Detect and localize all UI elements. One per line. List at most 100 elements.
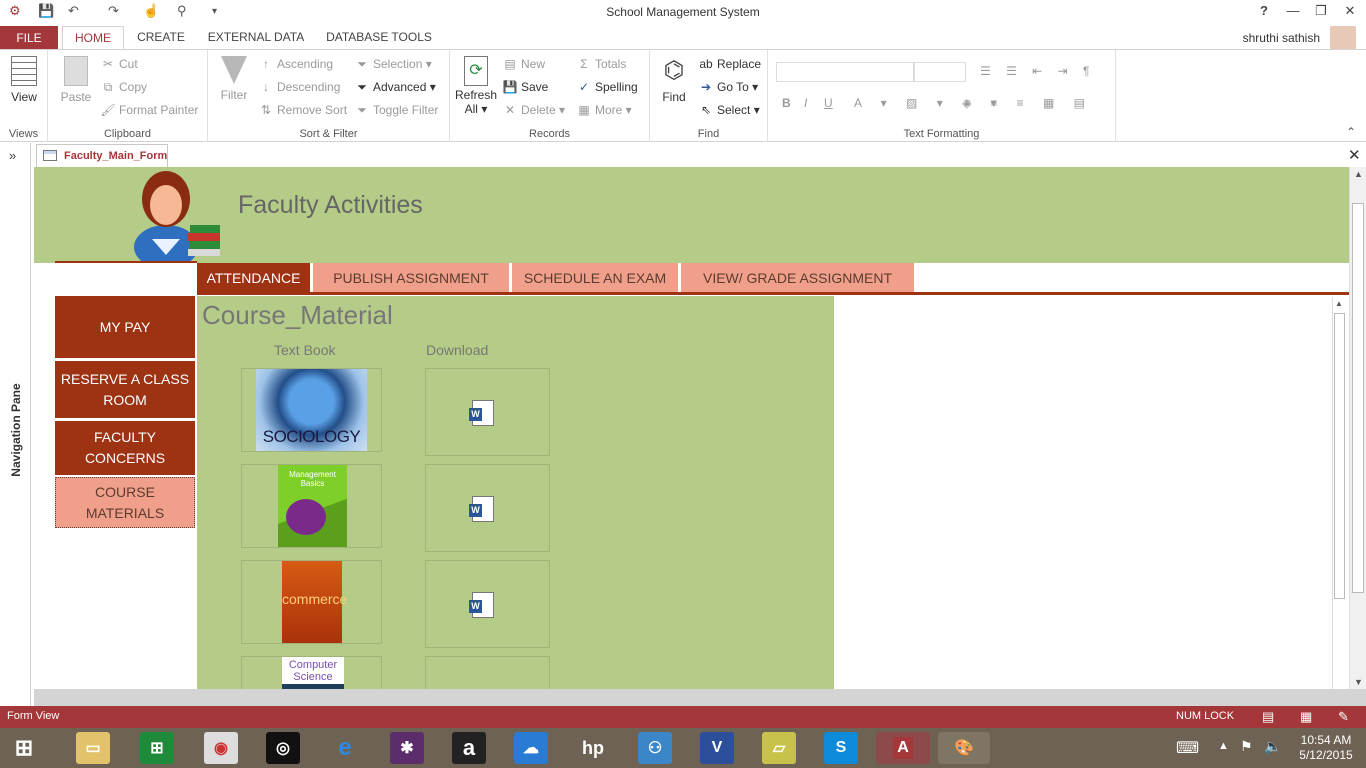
subform-scrollbar[interactable]: ▲: [1332, 297, 1346, 689]
totals-button[interactable]: Σ Totals: [576, 57, 626, 71]
start-windows-icon[interactable]: ⊞: [7, 732, 41, 764]
find-button[interactable]: ⌬ Find: [656, 56, 692, 104]
puzzle-app-icon[interactable]: ✱: [390, 732, 424, 764]
textbook-cell[interactable]: commerce: [241, 560, 382, 644]
underline-button[interactable]: U: [824, 96, 833, 110]
onedrive-icon[interactable]: ☁: [514, 732, 548, 764]
format-painter-button[interactable]: 🖌 Format Painter: [100, 103, 198, 117]
form-view-icon[interactable]: ▤: [1262, 709, 1274, 725]
my-pay-button[interactable]: MY PAY: [55, 296, 195, 358]
hp-icon[interactable]: hp: [576, 732, 610, 764]
close-document-icon[interactable]: ✕: [1348, 146, 1361, 164]
download-cell[interactable]: W: [425, 464, 550, 552]
close-window-icon[interactable]: ✕: [1340, 3, 1360, 21]
restore-icon[interactable]: ❐: [1311, 3, 1331, 21]
tray-expand-icon[interactable]: ▲: [1218, 740, 1229, 752]
tab-attendance[interactable]: ATTENDANCE: [197, 263, 310, 293]
visio-icon[interactable]: V: [700, 732, 734, 764]
file-explorer-icon[interactable]: ▭: [76, 732, 110, 764]
font-name-combo[interactable]: [776, 62, 914, 82]
faculty-concerns-button[interactable]: FACULTY CONCERNS: [55, 421, 195, 475]
cut-button[interactable]: ✂ Cut: [100, 57, 138, 71]
more-button[interactable]: ▦ More ▾: [576, 103, 631, 117]
network-app-icon[interactable]: ⚇: [638, 732, 672, 764]
nav-pane-toggle-icon[interactable]: »: [9, 148, 16, 163]
form-scrollbar[interactable]: ▲ ▼: [1349, 167, 1366, 689]
toggle-filter-button[interactable]: ⏷ Toggle Filter: [354, 103, 438, 118]
volume-icon[interactable]: 🔈: [1264, 738, 1281, 755]
replace-button[interactable]: ab Replace: [698, 57, 761, 71]
tab-external-data[interactable]: EXTERNAL DATA: [200, 26, 312, 50]
tab-database-tools[interactable]: DATABASE TOOLS: [320, 26, 438, 50]
scroll-up-icon[interactable]: ▲: [1354, 169, 1363, 179]
skype-icon[interactable]: S: [824, 732, 858, 764]
tab-view-grade-assignment[interactable]: VIEW/ GRADE ASSIGNMENT: [681, 263, 914, 293]
chrome-icon[interactable]: ◉: [204, 732, 238, 764]
paste-button[interactable]: Paste: [56, 56, 96, 104]
italic-button[interactable]: I: [804, 96, 807, 110]
user-avatar[interactable]: [1330, 26, 1356, 50]
reserve-class-room-button[interactable]: RESERVE A CLASS ROOM: [55, 361, 195, 418]
go-to-button[interactable]: ➔ Go To ▾: [698, 80, 758, 94]
list-buttons[interactable]: ☰ ☰ ⇤ ⇥ ¶: [980, 64, 1095, 78]
design-view-icon[interactable]: ✎: [1338, 709, 1349, 725]
scroll-up-icon[interactable]: ▲: [1335, 299, 1343, 308]
paint-icon[interactable]: 🎨: [938, 732, 990, 764]
help-icon[interactable]: ?: [1254, 3, 1274, 21]
descending-button[interactable]: ↓ Descending: [258, 80, 340, 94]
tab-create[interactable]: CREATE: [130, 26, 192, 50]
align-buttons[interactable]: ≡ ≡ ≡ ▦ ▤: [964, 96, 1093, 110]
user-name[interactable]: shruthi sathish: [1243, 31, 1320, 45]
scroll-thumb[interactable]: [1334, 313, 1345, 599]
word-document-icon[interactable]: W: [469, 592, 494, 618]
tab-file[interactable]: FILE: [0, 26, 58, 50]
internet-explorer-icon[interactable]: e: [328, 732, 362, 764]
new-record-button[interactable]: ▤ New: [502, 57, 545, 71]
select-button[interactable]: ⇖ Select ▾: [698, 103, 760, 117]
font-size-combo[interactable]: [914, 62, 966, 82]
clock[interactable]: 10:54 AM 5/12/2015: [1296, 733, 1356, 763]
download-cell[interactable]: W: [425, 368, 550, 456]
store-icon[interactable]: ⊞: [140, 732, 174, 764]
selection-button[interactable]: ⏷ Selection ▾: [354, 57, 432, 72]
filter-button[interactable]: Filter: [216, 56, 252, 102]
course-materials-button[interactable]: COURSE MATERIALS: [55, 477, 195, 528]
remove-sort-button[interactable]: ⇅ Remove Sort: [258, 103, 347, 117]
bold-button[interactable]: B: [782, 96, 791, 110]
textbook-cell[interactable]: SOCIOLOGY: [241, 368, 382, 452]
tab-schedule-exam[interactable]: SCHEDULE AN EXAM: [512, 263, 678, 293]
view-mode-label: Form View: [7, 710, 60, 722]
media-icon[interactable]: ◎: [266, 732, 300, 764]
copy-button[interactable]: ⧉ Copy: [100, 80, 147, 95]
tab-home[interactable]: HOME: [62, 26, 124, 51]
minimize-icon[interactable]: —: [1283, 3, 1303, 21]
scroll-thumb[interactable]: [1352, 203, 1364, 593]
delete-icon: ✕: [504, 103, 516, 117]
textbook-cell[interactable]: Management Basics: [241, 464, 382, 548]
access-taskbar-icon[interactable]: A: [876, 732, 930, 764]
textbook-cell[interactable]: Computer Science: [241, 656, 382, 689]
advanced-button[interactable]: ⏷ Advanced ▾: [354, 80, 436, 95]
keyboard-icon[interactable]: ⌨: [1176, 738, 1199, 758]
navigation-pane[interactable]: » Navigation Pane: [0, 143, 31, 706]
save-record-button[interactable]: 💾 Save: [502, 80, 549, 94]
action-center-icon[interactable]: ⚑: [1240, 738, 1253, 755]
refresh-all-button[interactable]: ⟳ Refresh All ▾: [454, 56, 498, 116]
download-cell[interactable]: W: [425, 560, 550, 648]
word-document-icon[interactable]: W: [469, 496, 494, 522]
view-button[interactable]: View: [6, 56, 42, 104]
datasheet-view-icon[interactable]: ▦: [1300, 709, 1312, 725]
computer-cover-text: Computer: [288, 659, 338, 671]
document-tab[interactable]: Faculty_Main_Form: [36, 144, 168, 167]
tab-publish-assignment[interactable]: PUBLISH ASSIGNMENT: [313, 263, 509, 293]
scroll-down-icon[interactable]: ▼: [1354, 677, 1363, 687]
word-document-icon[interactable]: W: [469, 400, 494, 426]
sticky-notes-icon[interactable]: ▱: [762, 732, 796, 764]
ribbon-tabs: FILE HOME CREATE EXTERNAL DATA DATABASE …: [0, 26, 1366, 51]
download-cell[interactable]: [425, 656, 550, 689]
delete-record-button[interactable]: ✕ Delete ▾: [502, 103, 565, 117]
spelling-button[interactable]: ✓ Spelling: [576, 80, 638, 94]
collapse-ribbon-icon[interactable]: ⌃: [1346, 125, 1356, 139]
amazon-icon[interactable]: a: [452, 732, 486, 764]
ascending-button[interactable]: ↑ Ascending: [258, 57, 333, 71]
